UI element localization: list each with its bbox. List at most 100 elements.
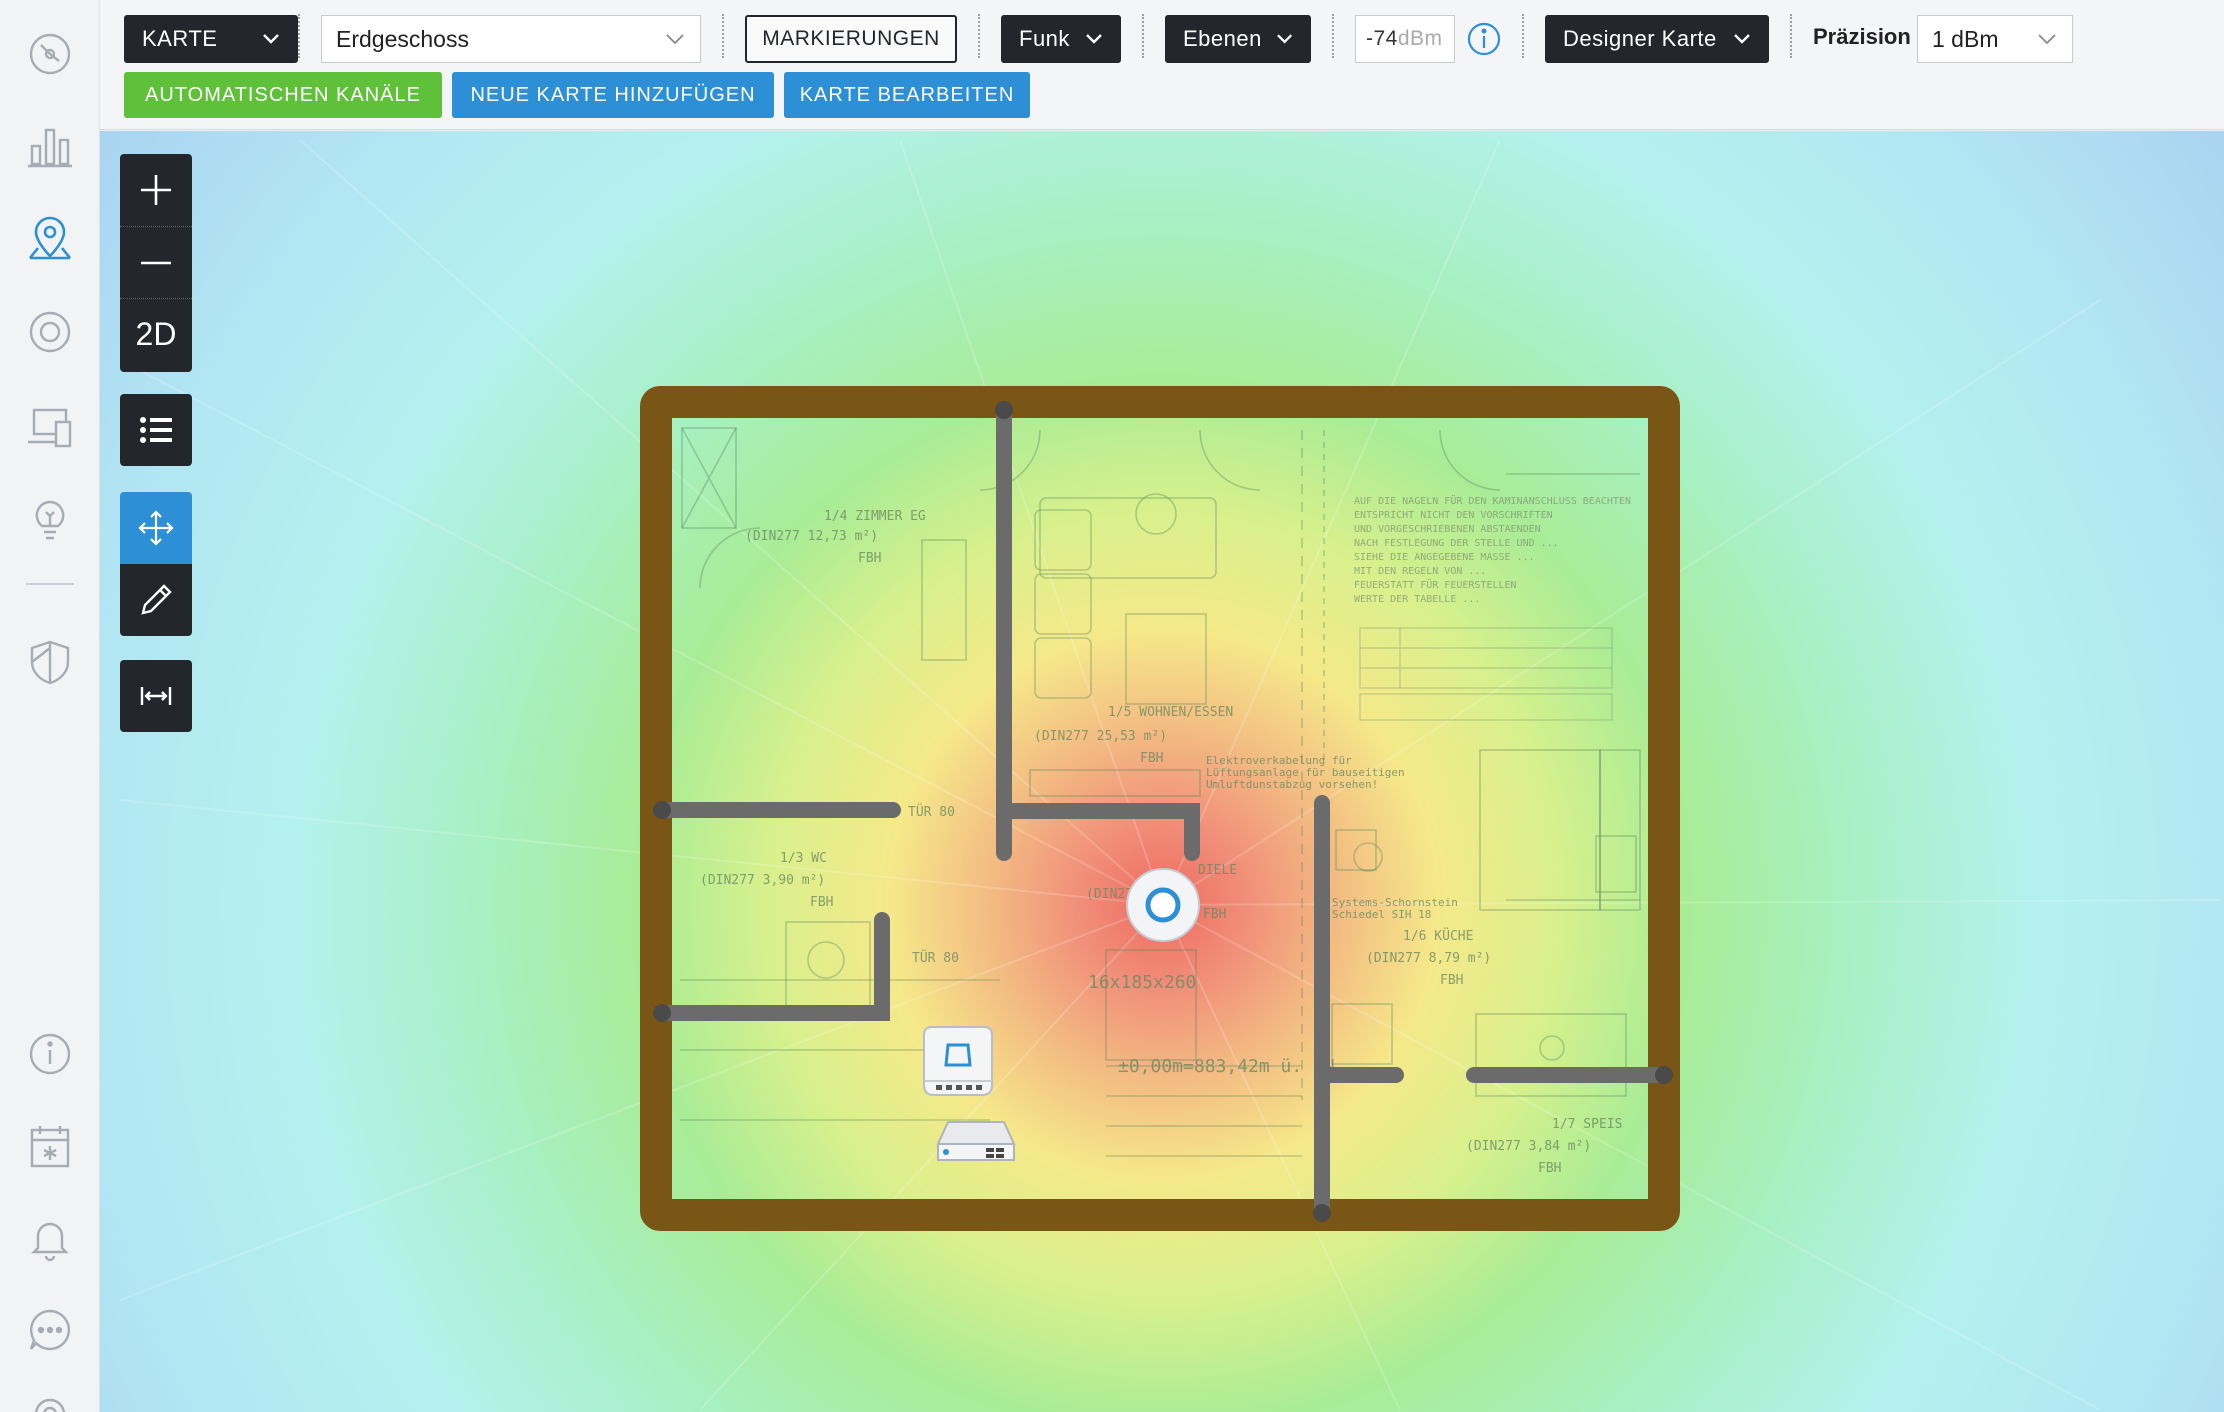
svg-text:(DIN277 12,73 m²): (DIN277 12,73 m²) bbox=[745, 529, 878, 544]
view-mode-toggle[interactable]: 2D bbox=[120, 298, 192, 370]
chevron-down-icon bbox=[1734, 34, 1750, 44]
add-map-label: NEUE KARTE HINZUFÜGEN bbox=[470, 83, 756, 106]
radio-dropdown[interactable]: Funk bbox=[1001, 15, 1121, 63]
svg-text:FBH: FBH bbox=[810, 895, 833, 910]
svg-text:TÜR 80: TÜR 80 bbox=[908, 803, 955, 820]
info-icon[interactable] bbox=[20, 1024, 80, 1084]
svg-text:UND VORGESCHRIEBENEN ABSTAENDE: UND VORGESCHRIEBENEN ABSTAENDEN bbox=[1354, 524, 1541, 535]
switch-icon[interactable] bbox=[934, 1116, 1018, 1168]
svg-text:FEUERSTATT FÜR FEUERSTELLEN: FEUERSTATT FÜR FEUERSTELLEN bbox=[1354, 578, 1517, 591]
chevron-down-icon bbox=[263, 34, 279, 44]
plus-icon bbox=[141, 175, 171, 205]
chat-icon[interactable] bbox=[20, 1300, 80, 1360]
svg-text:WERTE DER TABELLE ...: WERTE DER TABELLE ... bbox=[1354, 594, 1480, 605]
layers-dropdown-label: Ebenen bbox=[1183, 26, 1262, 51]
alerts-icon[interactable] bbox=[20, 1208, 80, 1268]
svg-text:±0,00m=883,42m ü. NN: ±0,00m=883,42m ü. NN bbox=[1118, 1056, 1335, 1077]
left-navigation bbox=[0, 0, 100, 1412]
svg-text:DIELE: DIELE bbox=[1198, 863, 1237, 878]
dashboard-icon[interactable] bbox=[20, 24, 80, 84]
toolbar-divider bbox=[1790, 14, 1792, 58]
chevron-down-icon bbox=[2038, 34, 2056, 45]
toolbar-divider bbox=[1142, 14, 1144, 58]
svg-text:16x185x260: 16x185x260 bbox=[1088, 972, 1196, 993]
dbm-unit: dBm bbox=[1397, 27, 1443, 50]
svg-text:Schiedel SIH 18: Schiedel SIH 18 bbox=[1332, 908, 1431, 921]
svg-text:FBH: FBH bbox=[858, 551, 881, 566]
map-type-dropdown[interactable]: Designer Karte bbox=[1545, 15, 1769, 63]
svg-text:FBH: FBH bbox=[1203, 907, 1226, 922]
precision-value: 1 dBm bbox=[1932, 25, 1999, 52]
svg-text:NACH FESTLEGUNG DER STELLE UND: NACH FESTLEGUNG DER STELLE UND ... bbox=[1354, 538, 1559, 549]
svg-text:1/7 SPEIS: 1/7 SPEIS bbox=[1552, 1117, 1622, 1132]
svg-text:FBH: FBH bbox=[1140, 751, 1163, 766]
view-mode-label: 2D bbox=[135, 316, 177, 352]
floor-select[interactable]: Erdgeschoss bbox=[321, 15, 701, 63]
auto-channels-button[interactable]: AUTOMATISCHEN KANÄLE bbox=[124, 72, 442, 118]
measure-tool-button[interactable] bbox=[120, 660, 192, 732]
heatmap: 1/4 ZIMMER EG (DIN277 12,73 m²) FBH 1/5 … bbox=[100, 131, 2224, 1412]
svg-text:Umluftdunstabzug vorsehen!: Umluftdunstabzug vorsehen! bbox=[1206, 778, 1378, 791]
access-point-icon[interactable] bbox=[1124, 866, 1202, 944]
svg-text:TÜR 80: TÜR 80 bbox=[912, 949, 959, 966]
svg-text:ENTSPRICHT NICHT DEN VORSCHRIF: ENTSPRICHT NICHT DEN VORSCHRIFTEN bbox=[1354, 510, 1553, 521]
dbm-threshold-input[interactable]: -74 dBm bbox=[1355, 15, 1455, 63]
toolbar-divider bbox=[298, 14, 300, 58]
events-icon[interactable] bbox=[20, 1116, 80, 1176]
svg-text:FBH: FBH bbox=[1440, 973, 1463, 988]
view-dropdown-label: KARTE bbox=[142, 26, 218, 51]
svg-text:1/6 KÜCHE: 1/6 KÜCHE bbox=[1403, 927, 1473, 944]
markers-button-label: MARKIERUNGEN bbox=[762, 27, 940, 50]
toolbar-divider bbox=[1332, 14, 1334, 58]
edit-map-label: KARTE BEARBEITEN bbox=[799, 83, 1015, 106]
svg-text:(DIN277 3,84 m²): (DIN277 3,84 m²) bbox=[1466, 1139, 1591, 1154]
draw-tool-button[interactable] bbox=[120, 564, 192, 636]
precision-label: Präzision bbox=[1813, 24, 1911, 49]
svg-text:SIEHE DIE ANGEGEBENE MASSE ...: SIEHE DIE ANGEGEBENE MASSE ... bbox=[1354, 552, 1535, 563]
auto-channels-label: AUTOMATISCHEN KANÄLE bbox=[145, 83, 421, 106]
zoom-out-button[interactable] bbox=[120, 226, 192, 298]
markers-button[interactable]: MARKIERUNGEN bbox=[745, 15, 957, 63]
map-canvas[interactable]: 1/4 ZIMMER EG (DIN277 12,73 m²) FBH 1/5 … bbox=[100, 131, 2224, 1412]
map-type-label: Designer Karte bbox=[1563, 26, 1717, 51]
settings-icon[interactable] bbox=[20, 1384, 80, 1412]
move-tool-button[interactable] bbox=[120, 492, 192, 564]
clients-icon[interactable] bbox=[20, 396, 80, 456]
toolbar-divider bbox=[1522, 14, 1524, 58]
chevron-down-icon bbox=[1276, 34, 1292, 44]
add-map-button[interactable]: NEUE KARTE HINZUFÜGEN bbox=[452, 72, 774, 118]
svg-text:(DIN277 25,53 m²): (DIN277 25,53 m²) bbox=[1034, 729, 1167, 744]
measure-icon bbox=[140, 687, 172, 705]
minus-icon bbox=[141, 261, 171, 264]
edit-map-button[interactable]: KARTE BEARBEITEN bbox=[784, 72, 1030, 118]
toolbar-divider bbox=[978, 14, 980, 58]
floor-select-value: Erdgeschoss bbox=[336, 25, 469, 52]
svg-text:MIT DEN REGELN VON ...: MIT DEN REGELN VON ... bbox=[1354, 566, 1486, 577]
dbm-value: -74 bbox=[1366, 27, 1398, 50]
precision-select[interactable]: 1 dBm bbox=[1917, 15, 2073, 63]
zoom-in-button[interactable] bbox=[120, 154, 192, 226]
pencil-icon bbox=[141, 584, 172, 615]
zoom-controls: 2D bbox=[120, 154, 192, 372]
move-icon bbox=[138, 510, 174, 546]
list-icon bbox=[140, 417, 172, 443]
security-icon[interactable] bbox=[20, 632, 80, 692]
list-button[interactable] bbox=[120, 394, 192, 466]
nav-divider bbox=[26, 583, 74, 585]
svg-text:1/3 WC: 1/3 WC bbox=[780, 851, 827, 866]
svg-text:1/5 WOHNEN/ESSEN: 1/5 WOHNEN/ESSEN bbox=[1108, 705, 1233, 720]
gateway-icon[interactable] bbox=[918, 1025, 998, 1101]
insights-icon[interactable] bbox=[20, 488, 80, 548]
svg-text:(DIN277 3,90 m²): (DIN277 3,90 m²) bbox=[700, 873, 825, 888]
chevron-down-icon bbox=[666, 34, 684, 45]
chevron-down-icon bbox=[1086, 34, 1102, 44]
statistics-icon[interactable] bbox=[20, 116, 80, 176]
devices-icon[interactable] bbox=[20, 302, 80, 362]
map-icon[interactable] bbox=[20, 208, 80, 268]
info-icon[interactable] bbox=[1467, 22, 1501, 56]
svg-text:AUF DIE NAGELN FÜR DEN KAMINAN: AUF DIE NAGELN FÜR DEN KAMINANSCHLUSS BE… bbox=[1354, 494, 1631, 507]
svg-text:1/4 ZIMMER EG: 1/4 ZIMMER EG bbox=[824, 509, 926, 524]
layers-dropdown[interactable]: Ebenen bbox=[1165, 15, 1311, 63]
svg-text:FBH: FBH bbox=[1538, 1161, 1561, 1176]
view-dropdown[interactable]: KARTE bbox=[124, 15, 298, 63]
